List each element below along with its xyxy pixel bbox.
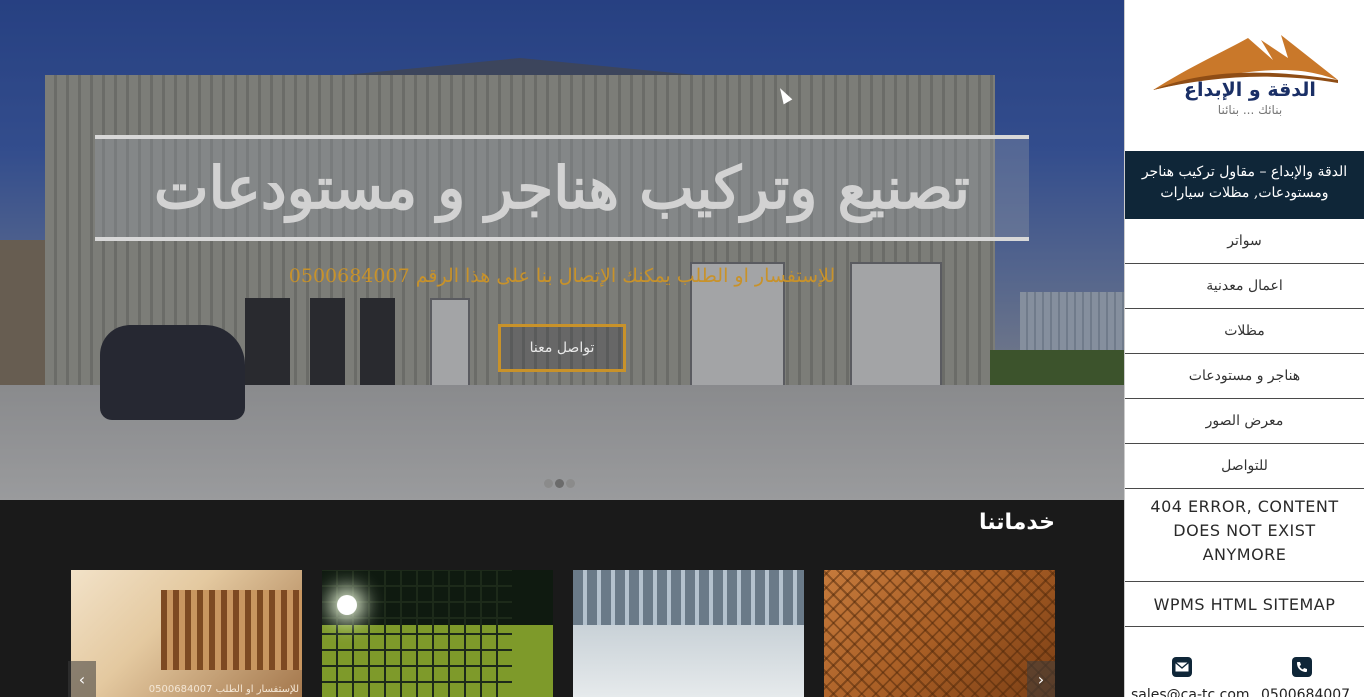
- service-card-shade[interactable]: [824, 570, 1055, 697]
- sidebar: الدقة و الإبداع بنائك ... بنائنا الدقة و…: [1124, 0, 1364, 697]
- slider-dots: [544, 479, 575, 488]
- nav-item-screens[interactable]: سواتر: [1125, 219, 1364, 264]
- hero-slider: تصنيع وتركيب هناجر و مستودعات للإستفسار …: [0, 0, 1124, 500]
- logo-name: الدقة و الإبداع: [1184, 79, 1316, 101]
- site-description: الدقة والإبداع – مقاول تركيب هناجر ومستو…: [1125, 151, 1364, 219]
- slider-dot[interactable]: [555, 479, 564, 488]
- fence-mesh: [322, 570, 512, 697]
- hero-overlay: [0, 0, 1124, 500]
- service-card-caption: للإستفسار او الطلب 0500684007: [148, 684, 299, 695]
- nav-item-shades[interactable]: مظلات: [1125, 309, 1364, 354]
- contact-us-button[interactable]: تواصل معنا: [498, 324, 626, 372]
- contact-phone[interactable]: 0500684007: [1261, 687, 1350, 697]
- hero-subtitle: للإستفسار او الطلب يمكنك الإتصال بنا على…: [288, 265, 836, 287]
- light-icon: [337, 595, 357, 615]
- hero-title: تصنيع وتركيب هناجر و مستودعات: [154, 154, 970, 222]
- arched-shade-image: [824, 570, 1055, 697]
- site-logo[interactable]: الدقة و الإبداع بنائك ... بنائنا: [1125, 0, 1364, 151]
- email-icon[interactable]: [1172, 657, 1192, 677]
- services-title: خدماتنا: [979, 510, 1055, 535]
- nav-item-hangars[interactable]: هناجر و مستودعات: [1125, 354, 1364, 399]
- wooden-pergola-image: [161, 590, 302, 670]
- services-prev-arrow[interactable]: ‹: [68, 661, 96, 697]
- nav-item-contact[interactable]: للتواصل: [1125, 444, 1364, 489]
- main-nav: سواتر اعمال معدنية مظلات هناجر و مستودعا…: [1125, 219, 1364, 489]
- hero-title-box: تصنيع وتركيب هناجر و مستودعات: [95, 135, 1029, 241]
- widget-404-message: 404 ERROR, CONTENT DOES NOT EXIST ANYMOR…: [1125, 489, 1364, 582]
- nav-item-gallery[interactable]: معرض الصور: [1125, 399, 1364, 444]
- services-next-arrow[interactable]: ›: [1027, 661, 1055, 697]
- phone-icon[interactable]: [1292, 657, 1312, 677]
- service-card-pergola[interactable]: للإستفسار او الطلب 0500684007: [71, 570, 302, 697]
- sitemap-link[interactable]: WPMS HTML SITEMAP: [1125, 582, 1364, 627]
- service-card-warehouse[interactable]: [573, 570, 804, 697]
- slider-dot[interactable]: [566, 479, 575, 488]
- service-card-fence[interactable]: [322, 570, 553, 697]
- logo-slogan: بنائك ... بنائنا: [1217, 103, 1283, 117]
- contact-email[interactable]: sales@ca-tc.com: [1131, 687, 1250, 697]
- nav-item-metal-works[interactable]: اعمال معدنية: [1125, 264, 1364, 309]
- warehouse-interior-image: [573, 570, 804, 625]
- contact-info: sales@ca-tc.com 0500684007: [1125, 627, 1364, 697]
- slider-dot[interactable]: [544, 479, 553, 488]
